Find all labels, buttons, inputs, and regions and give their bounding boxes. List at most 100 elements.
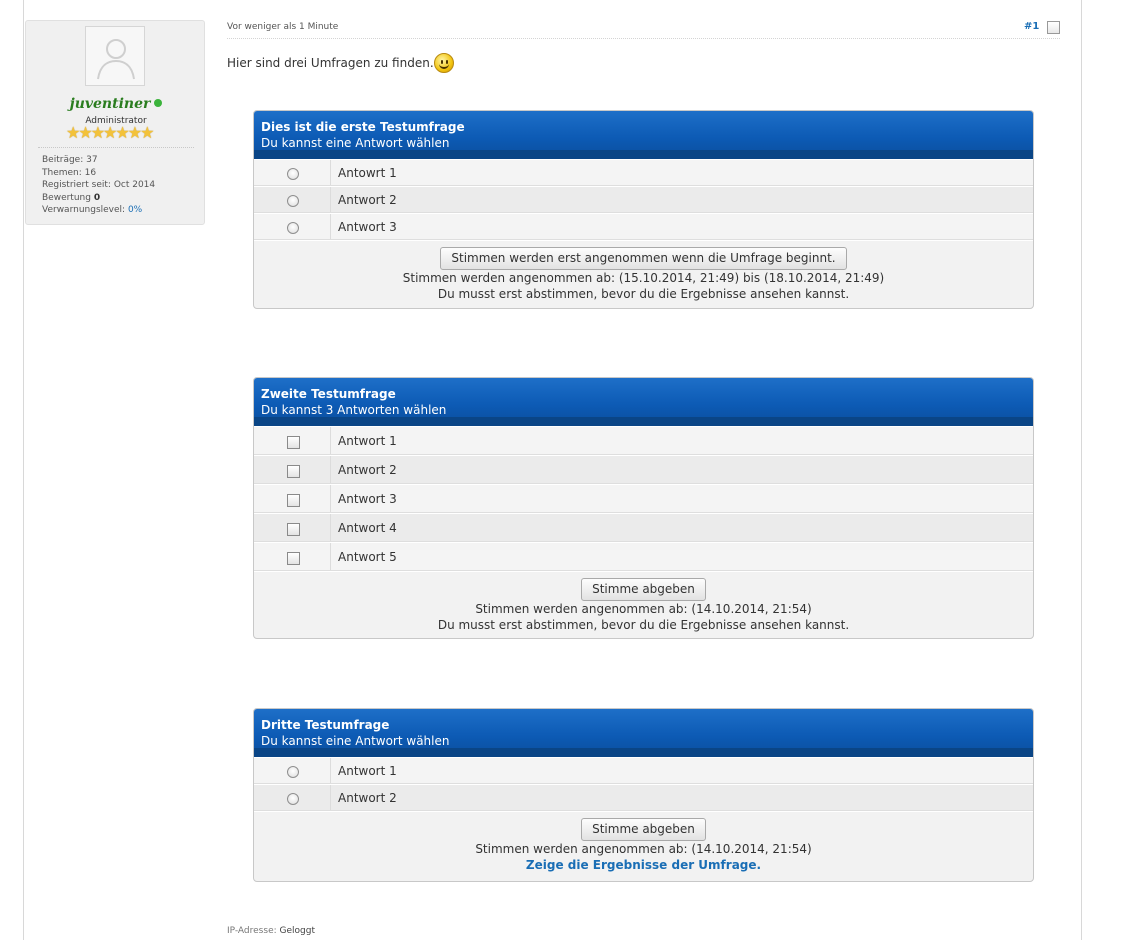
divider [38, 147, 194, 148]
poll-option-checkbox[interactable] [287, 465, 300, 478]
poll-vote-period: Stimmen werden angenommen ab: (14.10.201… [475, 602, 812, 616]
star-icon: ★ [140, 123, 155, 142]
poll-option-control-cell [254, 785, 331, 810]
poll-results-note: Du musst erst abstimmen, bevor du die Er… [437, 618, 850, 632]
poll-option-control-cell [254, 160, 331, 185]
poll-option-radio[interactable] [287, 195, 299, 207]
poll-option-label: Antowrt 1 [338, 166, 397, 180]
poll-option-control-cell [254, 758, 331, 783]
stat-label: Registriert seit: [42, 180, 111, 191]
stat-label: Bewertung [42, 192, 91, 203]
stat-value: 0 [93, 192, 101, 203]
poll-options: Antwort 1 Antwort 2 Antwort 3 Antwort 4 Antw… [254, 426, 1033, 571]
vote-button[interactable]: Stimme abgeben [581, 818, 706, 841]
poll-option-radio[interactable] [287, 766, 299, 778]
stat-row: Verwarnungslevel: 0% [42, 204, 155, 217]
default-avatar-icon [97, 39, 135, 80]
stat-value: 16 [84, 167, 97, 178]
poll-header: Dritte Testumfrage Du kannst eine Antwort… [254, 709, 1033, 757]
stat-value[interactable]: 0% [128, 205, 142, 215]
user-stats: Beiträge: 37 Themen: 16 Registriert seit: … [42, 154, 155, 217]
poll-option-label: Antwort 2 [338, 193, 397, 207]
poll-option-control-cell [254, 514, 331, 541]
post-select-checkbox[interactable] [1047, 21, 1060, 34]
poll-option-control-cell [254, 456, 331, 483]
poll-box: Dritte Testumfrage Du kannst eine Antwort… [253, 708, 1034, 882]
stat-value: 37 [86, 155, 98, 165]
poll-option-row[interactable]: Antwort 1 [254, 757, 1033, 784]
poll-option-row[interactable]: Antwort 5 [254, 542, 1033, 571]
ip-label: IP-Adresse: [227, 926, 277, 936]
stat-row: Beiträge: 37 [42, 154, 155, 167]
poll-header: Zweite Testumfrage Du kannst 3 Antworten … [254, 378, 1033, 426]
ip-value: Geloggt [279, 926, 315, 936]
vote-button[interactable]: Stimmen werden erst angenommen wenn die … [440, 247, 847, 270]
poll-option-row[interactable]: Antowrt 1 [254, 159, 1033, 186]
show-results-link[interactable]: Zeige die Ergebnisse der Umfrage. [254, 857, 1033, 873]
poll-option-checkbox[interactable] [287, 552, 300, 565]
poll-box: Zweite Testumfrage Du kannst 3 Antworten … [253, 377, 1034, 639]
avatar[interactable] [85, 26, 145, 86]
online-status-icon [154, 99, 163, 107]
poll-option-checkbox[interactable] [287, 523, 300, 536]
poll-option-label: Antwort 1 [338, 434, 397, 448]
poll-option-control-cell [254, 543, 331, 570]
post-timestamp: Vor weniger als 1 Minute [227, 22, 339, 32]
poll-option-label: Antwort 5 [338, 550, 397, 564]
poll-option-control-cell [254, 214, 331, 239]
poll-option-control-cell [254, 485, 331, 512]
poll-option-label: Antwort 3 [338, 220, 397, 234]
poll-header: Dies ist die erste Testumfrage Du kannst … [254, 111, 1033, 159]
poll-title: Zweite Testumfrage [261, 387, 396, 401]
poll-vote-period: Stimmen werden angenommen ab: (14.10.201… [475, 842, 812, 856]
stat-label: Beiträge: [42, 155, 84, 165]
stat-label: Verwarnungslevel: [42, 205, 126, 216]
poll-option-row[interactable]: Antwort 1 [254, 426, 1033, 455]
vote-button[interactable]: Stimme abgeben [581, 578, 706, 601]
poll-option-checkbox[interactable] [287, 436, 300, 449]
rank-stars: ★★★★★★★ [66, 123, 155, 142]
poll-results-note: Du musst erst abstimmen, bevor du die Er… [437, 287, 850, 301]
poll-option-radio[interactable] [287, 793, 299, 805]
poll-title: Dritte Testumfrage [261, 718, 390, 732]
poll-subtitle: Du kannst 3 Antworten wählen [261, 403, 447, 417]
post-number-link[interactable]: #1 [1024, 21, 1039, 32]
poll-title: Dies ist die erste Testumfrage [261, 120, 465, 134]
poll-option-radio[interactable] [287, 168, 299, 180]
ip-address-line: IP-Adresse: Geloggt [227, 926, 315, 936]
username-link[interactable]: juventiner [70, 96, 151, 112]
poll-option-row[interactable]: Antwort 3 [254, 484, 1033, 513]
stat-row: Themen: 16 [42, 167, 155, 180]
poll-footer: Stimme abgeben Stimmen werden angenommen … [254, 571, 1033, 638]
poll-option-row[interactable]: Antwort 4 [254, 513, 1033, 542]
poll-option-control-cell [254, 427, 331, 454]
poll-option-label: Antwort 3 [338, 492, 397, 506]
stat-label: Themen: [42, 167, 82, 178]
poll-option-row[interactable]: Antwort 2 [254, 784, 1033, 811]
stat-value: Oct 2014 [113, 180, 156, 191]
poll-subtitle: Du kannst eine Antwort wählen [261, 734, 450, 748]
poll-box: Dies ist die erste Testumfrage Du kannst … [253, 110, 1034, 309]
poll-footer: Stimmen werden erst angenommen wenn die … [254, 240, 1033, 308]
poll-footer: Stimme abgeben Stimmen werden angenommen … [254, 811, 1033, 881]
poll-option-row[interactable]: Antwort 2 [254, 455, 1033, 484]
post-divider [227, 38, 1060, 39]
poll-option-label: Antwort 1 [338, 764, 397, 778]
poll-option-row[interactable]: Antwort 2 [254, 186, 1033, 213]
poll-options: Antwort 1 Antwort 2 [254, 757, 1033, 811]
poll-option-checkbox[interactable] [287, 494, 300, 507]
stat-row: Registriert seit: Oct 2014 [42, 179, 155, 192]
smiley-icon [434, 53, 454, 73]
poll-option-label: Antwort 2 [338, 791, 397, 805]
poll-option-label: Antwort 4 [338, 521, 397, 535]
poll-option-label: Antwort 2 [338, 463, 397, 477]
poll-option-control-cell [254, 187, 331, 212]
stat-row: Bewertung 0 [42, 192, 155, 205]
poll-options: Antowrt 1 Antwort 2 Antwort 3 [254, 159, 1033, 240]
poll-vote-period: Stimmen werden angenommen ab: (15.10.201… [402, 271, 885, 285]
poll-subtitle: Du kannst eine Antwort wählen [261, 136, 450, 150]
poll-option-row[interactable]: Antwort 3 [254, 213, 1033, 240]
user-profile-panel: juventiner Administrator ★★★★★★★ Beiträg… [25, 20, 205, 225]
post-intro-text: Hier sind drei Umfragen zu finden... [227, 56, 442, 70]
poll-option-radio[interactable] [287, 222, 299, 234]
